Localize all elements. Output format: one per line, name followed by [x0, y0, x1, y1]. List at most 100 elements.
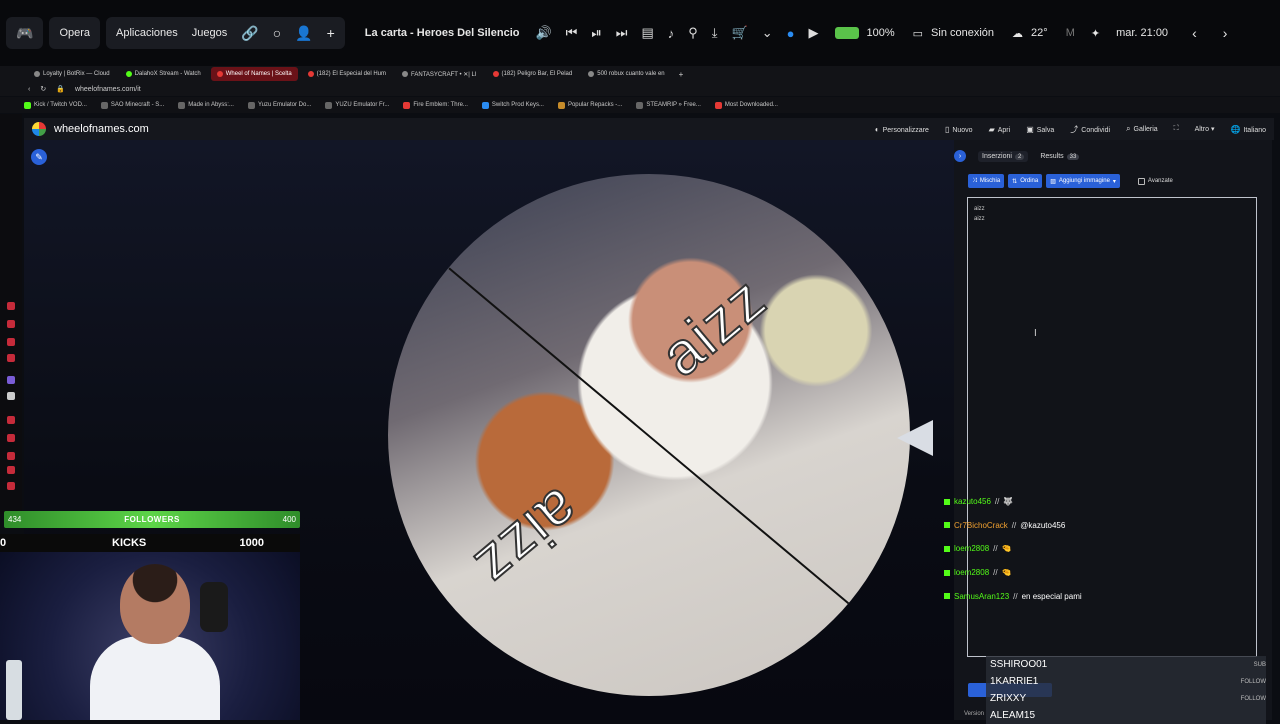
wheel[interactable]: aizz aizz [388, 174, 910, 696]
link-icon[interactable]: 🔗 [241, 25, 258, 42]
nav-share[interactable]: ⤴ Condividi [1070, 124, 1110, 135]
new-tab-icon[interactable]: + [679, 70, 684, 79]
chevron-right-icon[interactable]: › [954, 150, 966, 162]
pencil-icon[interactable]: ✎ [31, 149, 47, 165]
ai-icon[interactable]: ✦ [1091, 27, 1100, 40]
shirt-shape [90, 636, 220, 720]
network-label: Sin conexión [931, 27, 995, 39]
nav-customize[interactable]: ◐ Personalizzare [875, 125, 929, 134]
chevron-left-icon[interactable]: ‹ [1192, 25, 1197, 41]
mail-icon[interactable]: M [1066, 27, 1075, 39]
nav-language[interactable]: 🌐 Italiano [1230, 125, 1266, 134]
chat-user: kazuto456 [954, 497, 991, 507]
nav-save[interactable]: ▣ Salva [1026, 125, 1054, 134]
opera-button[interactable]: Opera [49, 17, 101, 49]
sidebar-icon[interactable] [7, 354, 15, 362]
nav-gallery[interactable]: ⌕ Galleria [1126, 124, 1158, 134]
bookmark[interactable]: YUZU Emulator Fr... [325, 101, 389, 109]
youtube-icon[interactable]: ▶ [809, 25, 819, 41]
browser-tab[interactable]: DalahoX Stream - Watch [120, 67, 207, 81]
tab-results[interactable]: Results 33 [1040, 153, 1080, 160]
site-logo[interactable]: wheelofnames.com [32, 122, 149, 136]
sidebar-icon[interactable] [7, 466, 15, 474]
nav-new[interactable]: ▯ Nuovo [945, 125, 973, 134]
bookmark-icon [636, 101, 644, 109]
messenger-icon[interactable]: ● [787, 26, 795, 41]
kicks-label: KICKS [112, 537, 147, 549]
browser-tab[interactable]: FANTASYCRAFT • ✕| LI [396, 67, 482, 81]
image-icon: ▨ [1050, 178, 1056, 185]
bookmark[interactable]: Most Downloaded... [714, 101, 778, 109]
tab-favicon [588, 71, 595, 77]
kick-badge-icon [944, 498, 950, 505]
bookmark[interactable]: STEAMRIP » Free... [636, 101, 701, 109]
browser-tab[interactable]: (182) Peligro Bar, El Pelad [487, 67, 579, 81]
person-icon[interactable]: 👤 [295, 25, 312, 42]
figure-icon[interactable]: ⚲ [688, 25, 698, 41]
x-icon[interactable] [7, 392, 15, 400]
fullscreen-icon[interactable]: ⛶ [1174, 125, 1179, 133]
sidebar-icon[interactable] [7, 376, 15, 384]
wheel-pointer-icon [897, 420, 933, 456]
next-icon[interactable]: ⏭ [616, 25, 628, 41]
battery-icon [834, 27, 859, 39]
nav-open[interactable]: ▰ Apri [989, 125, 1011, 134]
volume-icon[interactable]: 🔊 [535, 25, 551, 41]
reload-icon[interactable]: ↻ [40, 85, 46, 93]
add-image-button[interactable]: ▨ Aggiungi immagine ▾ [1046, 174, 1120, 188]
chevron-right-icon[interactable]: › [1223, 25, 1228, 41]
download-icon[interactable]: ⤓ [712, 25, 718, 41]
juegos-button[interactable]: Juegos [192, 27, 227, 39]
plus-icon[interactable]: + [327, 25, 335, 41]
url-input[interactable]: wheelofnames.com/it [75, 86, 141, 93]
bookmark[interactable]: Switch Prod Keys... [481, 101, 544, 109]
nav-more[interactable]: Altro ▾ [1195, 125, 1215, 133]
browser-tab-active[interactable]: Wheel of Names | Scelta [210, 67, 298, 81]
chat-message: loem2808 // 🤏 [944, 561, 1264, 585]
stream-chat: kazuto456 // 🐺 Cr7BichoCrack // @kazuto4… [944, 490, 1264, 608]
chat-user: Cr7BichoCrack [954, 520, 1008, 530]
advanced-checkbox[interactable]: Avanzate [1137, 177, 1173, 185]
event-row: ALEAM15 [986, 707, 1266, 724]
chat-user: loem2808 [954, 568, 990, 578]
kicks-current: 0 [0, 537, 7, 549]
browser-tab[interactable]: Loyalty | BotRix — Cloud [28, 67, 116, 81]
cart-icon[interactable]: 🛒 [732, 25, 748, 41]
circle-icon[interactable]: ○ [273, 25, 281, 41]
bookmark[interactable]: Made in Abyss:... [178, 101, 234, 109]
sidebar-icon[interactable] [7, 416, 15, 424]
browser-tab[interactable]: (182) El Especial del Hum [302, 67, 392, 81]
shuffle-button[interactable]: ⤨ Mischia [968, 174, 1005, 188]
cloud-icon: ☁ [1012, 27, 1024, 40]
chevron-down-icon: ▾ [1112, 178, 1116, 185]
browser-tab[interactable]: 500 robux cuanto vale en [582, 67, 670, 81]
bookmark[interactable]: Kick / Twitch VOD... [24, 101, 87, 109]
back-icon[interactable]: ‹ [28, 86, 30, 93]
event-row: 1KARRIE1 FOLLOW [986, 673, 1266, 690]
sidebar-icon[interactable] [7, 320, 15, 328]
sidebar-icon[interactable] [7, 452, 15, 460]
sort-button[interactable]: ⇅ Ordina [1008, 174, 1043, 188]
nav-language-label: Italiano [1243, 126, 1266, 134]
aplicaciones-button[interactable]: Aplicaciones [116, 27, 178, 39]
temperature-label: 22° [1031, 27, 1048, 39]
bookmark[interactable]: Fire Emblem: Thre... [403, 101, 468, 109]
bookmark[interactable]: SAO Minecraft - S... [100, 101, 164, 109]
bookmark-label: Most Downloaded... [724, 102, 778, 108]
play-pause-icon[interactable]: ⏯ [591, 25, 601, 41]
notes-icon[interactable]: ▤ [641, 25, 653, 41]
tab-insertions-label: Inserzioni [982, 152, 1012, 160]
tiktok-icon[interactable]: ♪ [668, 26, 675, 41]
tab-insertions[interactable]: Inserzioni 2 [978, 150, 1029, 162]
sidebar-icon[interactable] [7, 482, 15, 490]
previous-icon[interactable]: ⏮ [566, 25, 578, 41]
bookmark-icon [557, 101, 565, 109]
event-type: SUB [1253, 661, 1266, 668]
gamepad-button[interactable]: 🎮 [6, 17, 44, 49]
chevron-down-icon[interactable]: ⌄ [762, 25, 773, 41]
bookmark[interactable]: Yuzu Emulator Do... [247, 101, 311, 109]
sidebar-icon[interactable] [7, 302, 15, 310]
bookmark[interactable]: Popular Repacks -... [557, 101, 622, 109]
sidebar-icon[interactable] [7, 338, 15, 346]
sidebar-icon[interactable] [7, 434, 15, 442]
